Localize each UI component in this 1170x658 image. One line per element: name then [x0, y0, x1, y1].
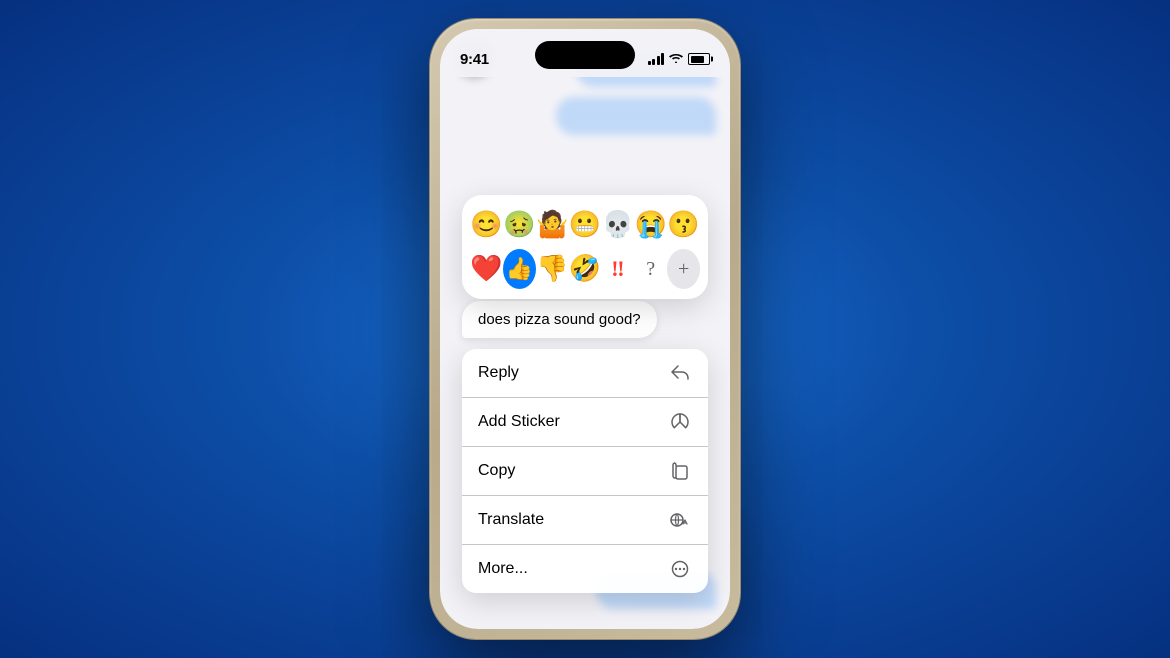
reply-label: Reply: [478, 364, 519, 382]
emoji-thumbsdown[interactable]: 👎: [536, 249, 569, 289]
message-bubble: does pizza sound good?: [462, 301, 657, 338]
message-text: does pizza sound good?: [478, 311, 641, 328]
dynamic-island: [535, 41, 635, 69]
emoji-crying[interactable]: 😭: [634, 205, 667, 245]
sticker-label: Add Sticker: [478, 413, 560, 431]
more-label: More...: [478, 560, 528, 578]
emoji-grimacing[interactable]: 😬: [569, 205, 602, 245]
copy-label: Copy: [478, 462, 515, 480]
signal-icon: [648, 53, 665, 65]
emoji-thumbsup[interactable]: 👍: [503, 249, 536, 289]
menu-item-sticker[interactable]: Add Sticker: [462, 398, 708, 447]
phone-wrapper: 9:41: [430, 19, 740, 639]
menu-item-copy[interactable]: Copy: [462, 447, 708, 496]
menu-item-reply[interactable]: Reply: [462, 349, 708, 398]
phone-screen: 9:41: [440, 29, 730, 629]
status-time: 9:41: [460, 51, 489, 68]
emoji-smiling[interactable]: 😊: [470, 205, 503, 245]
emoji-heart[interactable]: ❤️: [470, 249, 503, 289]
battery-icon: [688, 53, 710, 65]
emoji-question[interactable]: ?: [634, 249, 667, 289]
emoji-row-1: 😊 🤢 🤷 😬 💀 😭 😗: [470, 205, 700, 245]
copy-icon: [668, 459, 692, 483]
translate-icon: [668, 508, 692, 532]
emoji-skull[interactable]: 💀: [601, 205, 634, 245]
context-menu: Reply Add Sticker: [462, 349, 708, 593]
emoji-row-2: ❤️ 👍 👎 🤣 ‼ ? +: [470, 249, 700, 289]
plus-icon: +: [678, 258, 689, 281]
menu-item-translate[interactable]: Translate: [462, 496, 708, 545]
menu-item-more[interactable]: More...: [462, 545, 708, 593]
emoji-laughing[interactable]: 🤣: [569, 249, 602, 289]
translate-label: Translate: [478, 511, 544, 529]
sticker-icon: [668, 410, 692, 434]
emoji-plus[interactable]: +: [667, 249, 700, 289]
more-icon: [668, 557, 692, 581]
emoji-nauseated[interactable]: 🤢: [503, 205, 536, 245]
overlay-content: 😊 🤢 🤷 😬 💀 😭 😗 ❤️ 👍 👎 🤣 ‼: [440, 77, 730, 629]
emoji-shrug[interactable]: 🤷: [536, 205, 569, 245]
reply-icon: [668, 361, 692, 385]
emoji-picker: 😊 🤢 🤷 😬 💀 😭 😗 ❤️ 👍 👎 🤣 ‼: [462, 195, 708, 299]
emoji-kissing[interactable]: 😗: [667, 205, 700, 245]
status-icons: [648, 52, 711, 67]
wifi-icon: [669, 52, 683, 67]
emoji-exclaim[interactable]: ‼: [601, 249, 634, 289]
